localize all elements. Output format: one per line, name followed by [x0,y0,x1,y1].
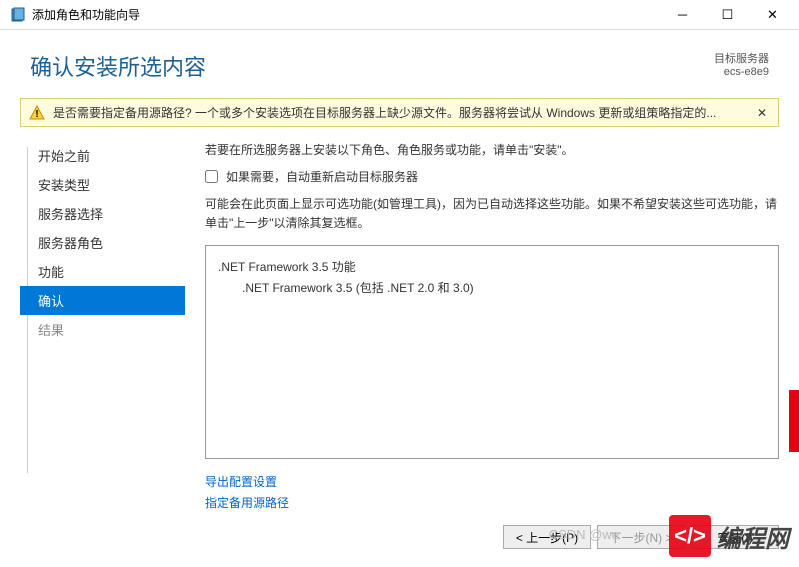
minimize-button[interactable]: ─ [660,1,705,29]
auto-restart-label: 如果需要，自动重新启动目标服务器 [226,168,418,185]
instruction-text-2: 可能会在此页面上显示可选功能(如管理工具)，因为已自动选择这些功能。如果不希望安… [205,195,779,233]
maximize-button[interactable]: ☐ [705,1,750,29]
csdn-watermark: CSDN @we [549,527,619,542]
red-accent-strip [789,390,799,452]
app-icon [10,7,26,23]
close-button[interactable]: ✕ [750,1,795,29]
instruction-text-1: 若要在所选服务器上安装以下角色、角色服务或功能，请单击"安装"。 [205,141,779,158]
action-links: 导出配置设置 指定备用源路径 [205,471,779,513]
target-server-label: 目标服务器 [714,50,769,66]
feature-item: .NET Framework 3.5 功能 [218,256,766,277]
warning-text: 是否需要指定备用源路径? 一个或多个安装选项在目标服务器上缺少源文件。服务器将尝… [53,104,754,121]
page-title: 确认安装所选内容 [30,50,206,82]
auto-restart-checkbox[interactable] [205,170,218,183]
main-content: 若要在所选服务器上安装以下角色、角色服务或功能，请单击"安装"。 如果需要，自动… [185,133,779,513]
warning-icon: ! [29,105,45,121]
sidebar-item-before-begin[interactable]: 开始之前 [20,141,185,170]
sidebar-item-results: 结果 [20,315,185,344]
alt-source-link[interactable]: 指定备用源路径 [205,492,779,513]
sidebar-item-server-roles[interactable]: 服务器角色 [20,228,185,257]
auto-restart-row: 如果需要，自动重新启动目标服务器 [205,168,779,185]
target-server-info: 目标服务器 ecs-e8e9 [714,50,769,78]
feature-sub-item: .NET Framework 3.5 (包括 .NET 2.0 和 3.0) [218,277,766,298]
brand-watermark: </> 编程网 [669,515,789,557]
target-server-name: ecs-e8e9 [714,66,769,78]
svg-text:!: ! [35,109,38,120]
sidebar-item-confirm[interactable]: 确认 [20,286,185,315]
brand-logo-icon: </> [669,515,711,557]
brand-text: 编程网 [717,519,789,554]
wizard-steps-sidebar: 开始之前 安装类型 服务器选择 服务器角色 功能 确认 结果 [20,133,185,513]
sidebar-item-features[interactable]: 功能 [20,257,185,286]
titlebar: 添加角色和功能向导 ─ ☐ ✕ [0,0,799,30]
warning-close-button[interactable]: ✕ [754,106,770,120]
features-list-box: .NET Framework 3.5 功能 .NET Framework 3.5… [205,245,779,459]
window-title: 添加角色和功能向导 [32,6,660,23]
warning-bar: ! 是否需要指定备用源路径? 一个或多个安装选项在目标服务器上缺少源文件。服务器… [20,98,779,127]
window-controls: ─ ☐ ✕ [660,1,795,29]
sidebar-item-install-type[interactable]: 安装类型 [20,170,185,199]
wizard-header: 确认安装所选内容 目标服务器 ecs-e8e9 [0,30,799,92]
export-config-link[interactable]: 导出配置设置 [205,471,779,492]
sidebar-item-server-selection[interactable]: 服务器选择 [20,199,185,228]
